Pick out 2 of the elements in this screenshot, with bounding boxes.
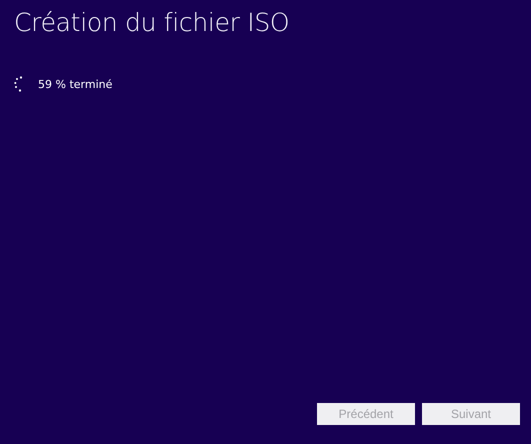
progress-text: 59 % terminé — [38, 78, 112, 90]
page-title: Création du fichier ISO — [14, 8, 290, 37]
